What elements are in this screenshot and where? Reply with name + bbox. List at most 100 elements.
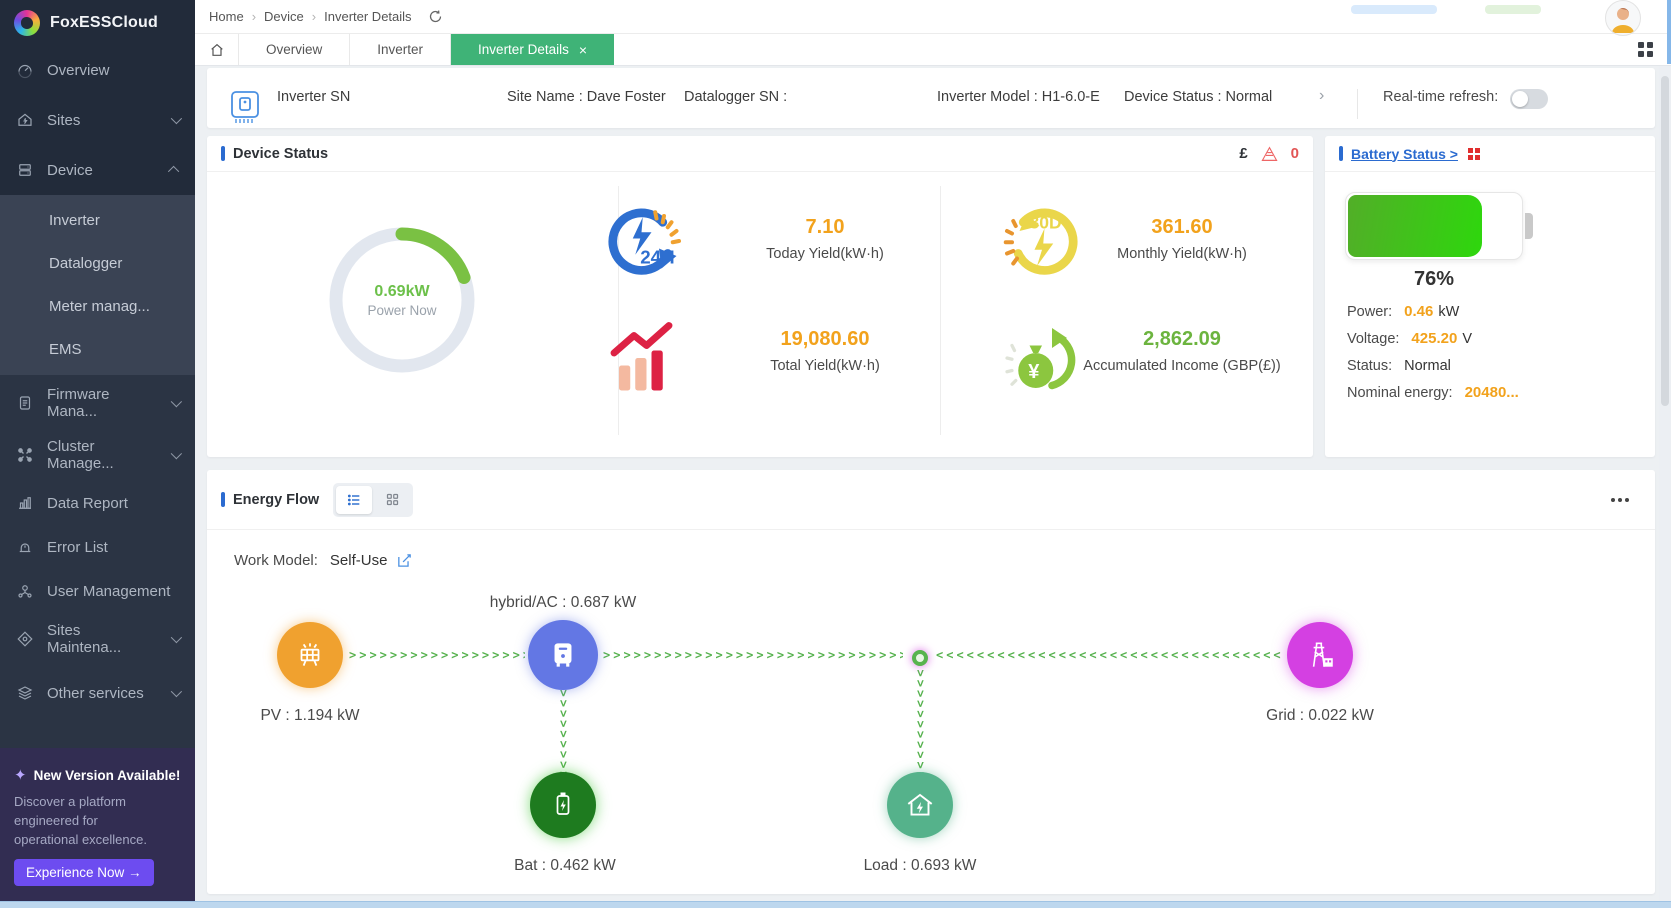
inverter-node[interactable] [528, 620, 598, 690]
redacted-chip [1485, 5, 1541, 14]
experience-now-button[interactable]: Experience Now → [14, 859, 154, 886]
battery-status-value: Normal [1404, 358, 1451, 374]
sidebar-item-datalogger[interactable]: Datalogger [0, 242, 195, 285]
sidebar-item-label: Overview [47, 62, 110, 79]
battery-node[interactable] [530, 772, 596, 838]
energy-flow-card: Energy Flow Work Model: Self-Use [207, 470, 1655, 894]
load-node-label: Load : 0.693 kW [810, 857, 1030, 875]
sidebar-item-inverter[interactable]: Inverter [0, 199, 195, 242]
solar-panel-icon [293, 638, 327, 672]
bottom-edge-strip [0, 901, 1671, 908]
alarm-count: 0 [1291, 145, 1299, 162]
sidebar-item-ems[interactable]: EMS [0, 328, 195, 371]
sidebar-item-firmware-management[interactable]: Firmware Mana... [0, 381, 195, 425]
sidebar-item-label: Firmware Mana... [47, 386, 158, 420]
tab-home[interactable] [195, 34, 239, 65]
redacted-chip [1351, 5, 1437, 14]
power-now-value: 0.69kW [374, 283, 429, 301]
close-icon[interactable]: × [579, 43, 587, 57]
sidebar-item-error-list[interactable]: Error List [0, 525, 195, 569]
breadcrumb-inverter-details[interactable]: Inverter Details [324, 9, 411, 24]
sidebar: FoxESSCloud Overview Sites Device Invert… [0, 0, 195, 908]
site-name: Site Name : Dave Foster [507, 89, 666, 105]
sidebar-item-label: Error List [47, 539, 108, 556]
grid-icon [385, 492, 400, 507]
battery-power-value: 0.46 [1404, 303, 1433, 320]
device-status-header: Device Status £ 0 [207, 136, 1313, 172]
battery-node-label: Bat : 0.462 kW [455, 857, 675, 875]
currency-icon[interactable]: £ [1239, 145, 1247, 162]
sidebar-item-device[interactable]: Device [0, 145, 195, 195]
foxess-logo-icon [14, 10, 40, 36]
gauge-icon [16, 61, 34, 79]
sidebar-item-meter-management[interactable]: Meter manag... [0, 285, 195, 328]
battery-power-unit: kW [1438, 304, 1459, 320]
battery-graphic [1345, 192, 1523, 260]
alarm-triangle-icon[interactable] [1261, 146, 1278, 162]
sidebar-item-cluster-management[interactable]: Cluster Manage... [0, 433, 195, 477]
main-area: Home › Device › Inverter Details Overvie… [195, 0, 1671, 908]
realtime-refresh-toggle[interactable] [1510, 89, 1548, 109]
svg-text:24H: 24H [640, 247, 674, 268]
chevron-down-icon [171, 448, 182, 459]
top-bar: Home › Device › Inverter Details [195, 0, 1671, 34]
work-model-row: Work Model: Self-Use [234, 552, 413, 569]
breadcrumb-home[interactable]: Home [209, 9, 244, 24]
inverter-icon [545, 637, 581, 673]
section-accent-bar [1339, 146, 1343, 161]
refresh-icon[interactable] [428, 9, 443, 24]
more-options-icon[interactable] [1611, 498, 1629, 502]
monthly-yield-metric: 361.60 Monthly Yield(kW·h) [1052, 216, 1312, 262]
sidebar-item-overview[interactable]: Overview [0, 45, 195, 95]
list-view-button[interactable] [336, 486, 372, 514]
vertical-scrollbar[interactable] [1659, 66, 1671, 901]
sidebar-item-label: Device [47, 162, 93, 179]
sidebar-item-other-services[interactable]: Other services [0, 671, 195, 715]
battery-voltage-unit: V [1462, 331, 1472, 347]
grid-node[interactable] [1287, 622, 1353, 688]
battery-fill [1348, 195, 1482, 257]
pv-node[interactable] [277, 622, 343, 688]
load-node[interactable] [887, 772, 953, 838]
section-accent-bar [221, 492, 225, 507]
sidebar-item-data-report[interactable]: Data Report [0, 481, 195, 525]
edit-icon[interactable] [396, 552, 413, 569]
user-avatar[interactable] [1605, 0, 1641, 36]
battery-status-link[interactable]: Battery Status > [1351, 146, 1458, 162]
sparkle-icon: ✦ [14, 766, 27, 784]
flow-junction-node [912, 650, 928, 666]
inverter-sn-label: Inverter SN [277, 89, 350, 105]
wrench-tag-icon [16, 630, 34, 648]
tab-inverter[interactable]: Inverter [350, 34, 451, 65]
new-version-promo: ✦ New Version Available! Discover a plat… [0, 748, 195, 908]
view-switcher [333, 483, 413, 517]
alarm-icon [16, 538, 34, 556]
sidebar-item-label: Sites [47, 112, 80, 129]
sidebar-item-user-management[interactable]: User Management [0, 569, 195, 613]
battery-modules-icon[interactable] [1468, 148, 1480, 160]
subitem-label: Inverter [49, 212, 100, 229]
promo-title: New Version Available! [34, 768, 181, 783]
today-yield-value: 7.10 [695, 216, 955, 239]
battery-terminal [1525, 213, 1533, 239]
grid-view-button[interactable] [374, 486, 410, 514]
tab-label: Inverter Details [478, 42, 569, 57]
expand-chevron-icon[interactable]: › [1319, 87, 1324, 105]
tab-overview[interactable]: Overview [239, 34, 350, 65]
breadcrumb-separator: › [312, 9, 316, 24]
scrollbar-thumb[interactable] [1661, 76, 1669, 406]
apps-grid-icon[interactable] [1638, 42, 1653, 57]
subitem-label: EMS [49, 341, 82, 358]
battery-icon [546, 788, 580, 822]
battery-nominal-label: Nominal energy: [1347, 385, 1453, 401]
sidebar-item-sites[interactable]: Sites [0, 95, 195, 145]
sidebar-top-section: FoxESSCloud Overview Sites Device [0, 0, 195, 195]
tab-inverter-details[interactable]: Inverter Details × [451, 34, 614, 65]
work-model-label: Work Model: [234, 552, 318, 569]
breadcrumb-device[interactable]: Device [264, 9, 304, 24]
sidebar-item-sites-maintenance[interactable]: Sites Maintena... [0, 617, 195, 661]
total-yield-metric: 19,080.60 Total Yield(kW·h) [695, 328, 955, 374]
device-status-text: Device Status : Normal [1124, 89, 1272, 105]
house-load-icon [903, 788, 937, 822]
chevron-down-icon [171, 632, 182, 643]
